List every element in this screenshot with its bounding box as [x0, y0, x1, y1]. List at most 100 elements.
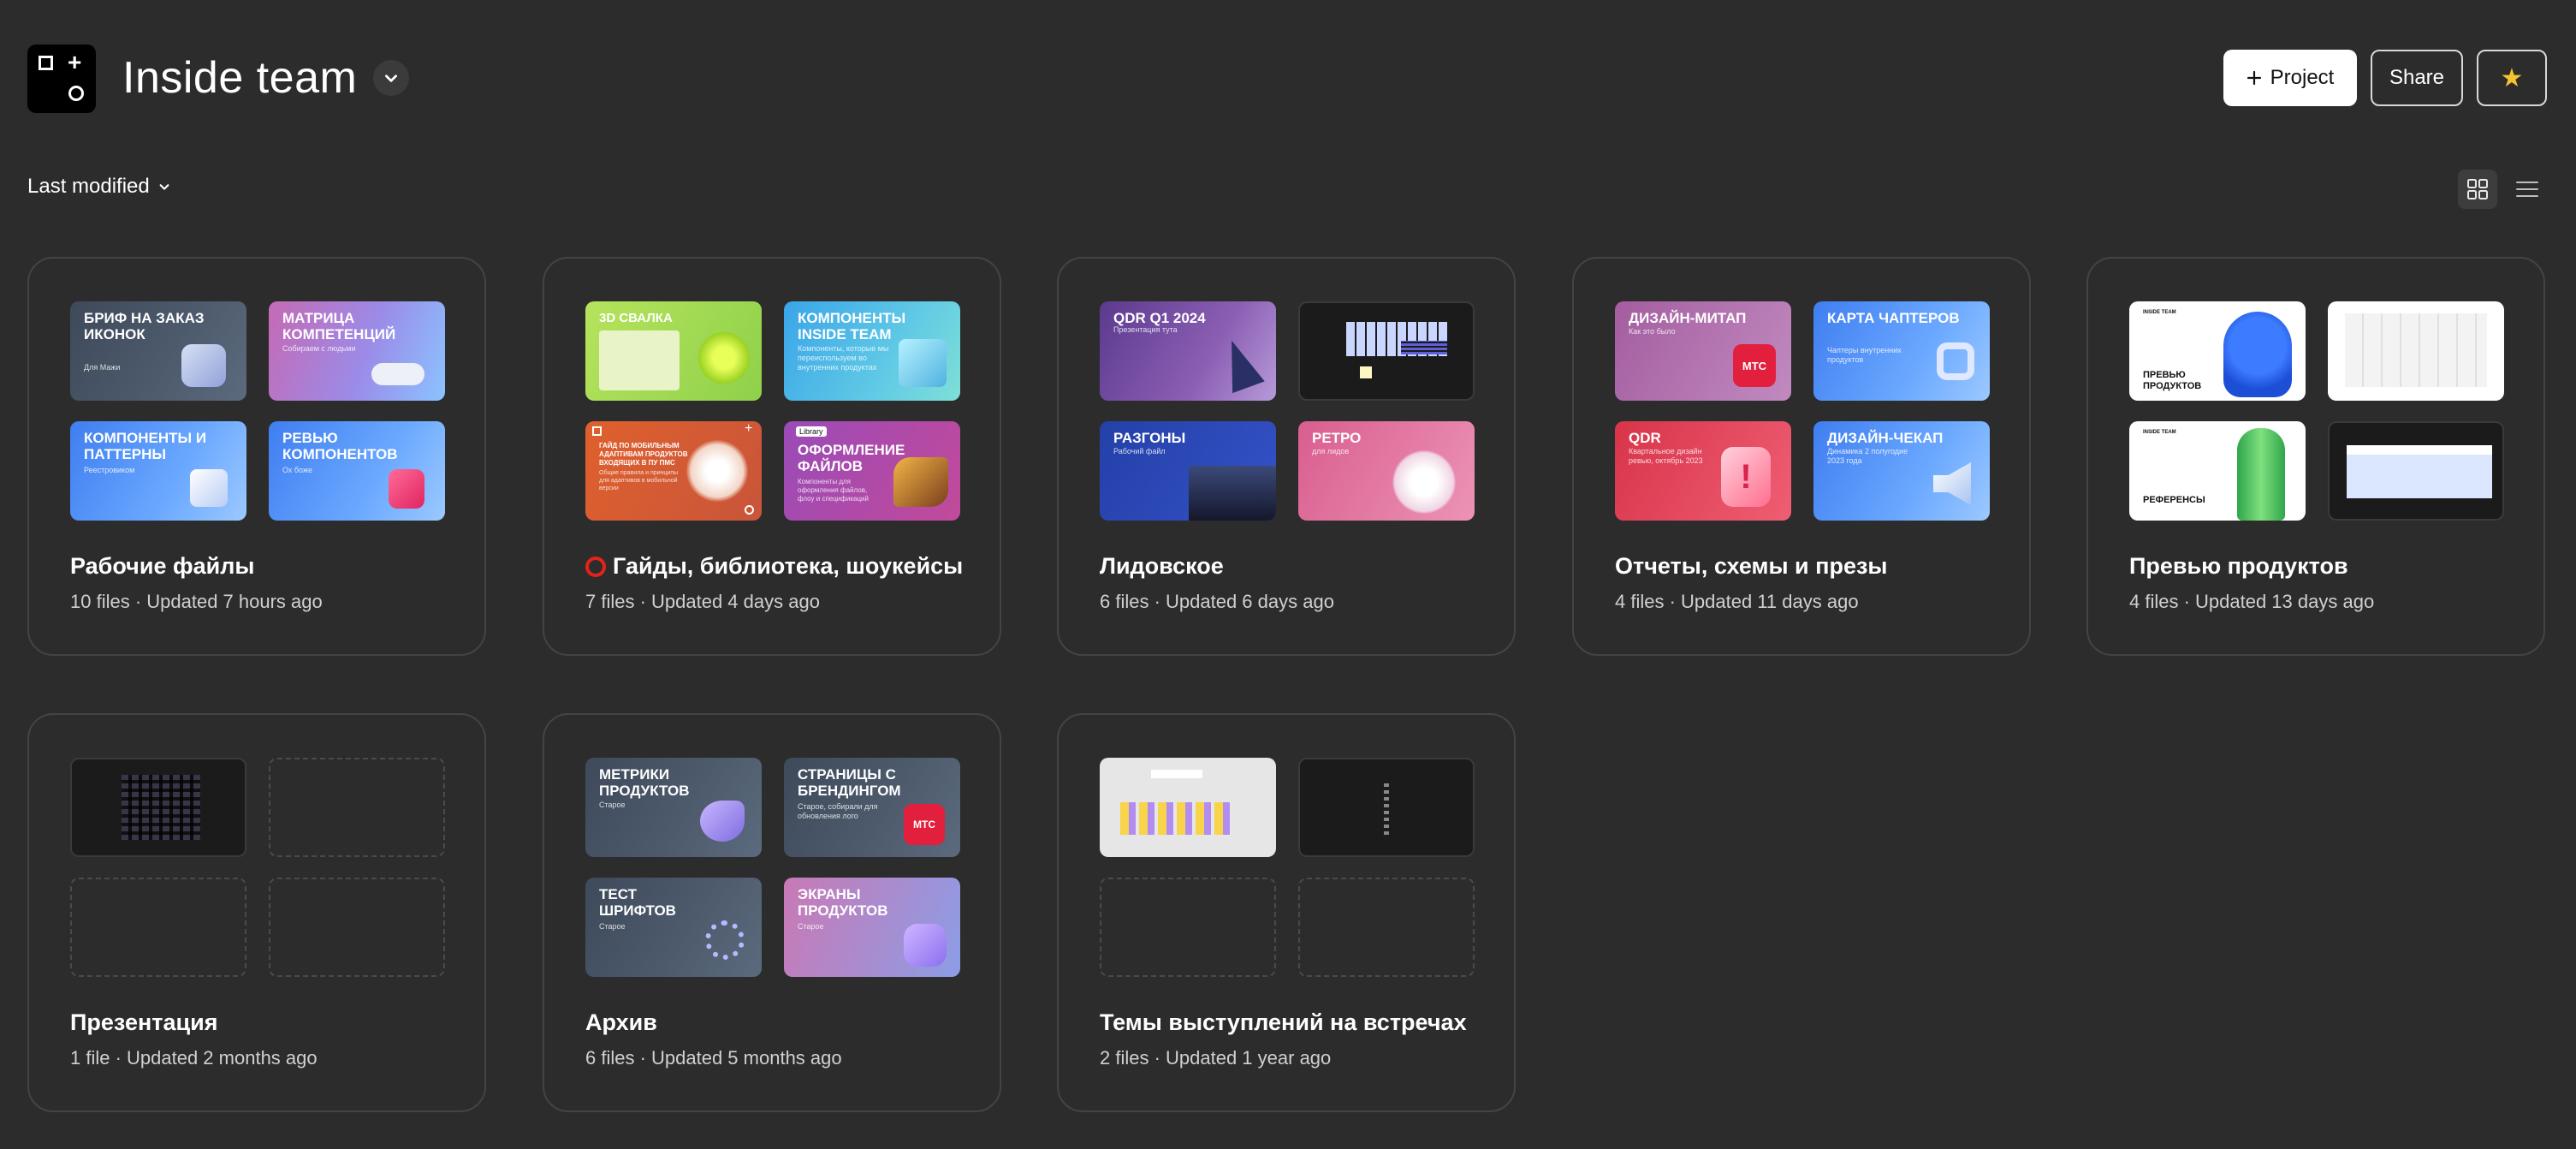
- file-thumbnail[interactable]: [1100, 758, 1276, 857]
- thumb-title: Превью продуктов: [2143, 370, 2202, 391]
- thumb-subtitle: Старое: [599, 801, 626, 809]
- file-thumbnail[interactable]: Ревью компонентов Ох боже: [269, 421, 445, 521]
- team-photo: [1189, 466, 1276, 521]
- thumb-title: Оформление файлов: [798, 442, 905, 474]
- grid-view-button[interactable]: [2458, 170, 2497, 209]
- file-thumbnail[interactable]: Library Оформление файлов Компоненты для…: [784, 421, 960, 521]
- project-name-text: Темы выступлений на встречах: [1100, 1009, 1467, 1035]
- file-thumbnail[interactable]: Разгоны Рабочий файл: [1100, 421, 1276, 521]
- thumb-subtitle: Реестровиком: [84, 466, 135, 474]
- file-thumbnail[interactable]: [2328, 301, 2504, 401]
- file-thumbnail[interactable]: Бриф на заказ иконок Для Мажи: [70, 301, 246, 401]
- file-thumbnail[interactable]: [2328, 421, 2504, 521]
- new-project-button[interactable]: Project: [2223, 50, 2357, 106]
- alert-illustration: [389, 469, 424, 509]
- project-meta: 2 files · Updated 1 year ago: [1100, 1047, 1332, 1069]
- file-thumbnail[interactable]: Ретро для лидов: [1298, 421, 1475, 521]
- thumb-subtitle: Общие правила и принципы для адаптивов в…: [599, 470, 679, 491]
- list-view-icon: [2516, 182, 2538, 197]
- project-card[interactable]: Дизайн-митап Как это было МТС Карта чапт…: [1572, 257, 2031, 656]
- logo-plus-icon: +: [68, 49, 82, 75]
- project-meta: 6 files · Updated 6 days ago: [1100, 591, 1334, 612]
- project-card[interactable]: Метрики продуктов Старое Страницы с брен…: [543, 713, 1001, 1112]
- brand-label: INSIDE TEAM: [2143, 430, 2176, 435]
- sort-dropdown[interactable]: Last modified: [27, 175, 170, 199]
- project-name-text: Презентация: [70, 1009, 218, 1035]
- project-meta: 1 file · Updated 2 months ago: [70, 1047, 318, 1069]
- project-name: Презентация: [70, 1009, 218, 1036]
- project-card[interactable]: 3D свалка Компоненты Inside Team Компоне…: [543, 257, 1001, 656]
- app-icons-illustration: [181, 344, 226, 387]
- file-thumbnail[interactable]: 3D свалка: [585, 301, 762, 401]
- board-preview: [2345, 313, 2487, 387]
- project-card[interactable]: Презентация 1 file · Updated 2 months ag…: [27, 713, 486, 1112]
- board-preview: [1120, 802, 1232, 835]
- project-name: Лидовское: [1100, 553, 1224, 580]
- share-button[interactable]: Share: [2371, 50, 2463, 106]
- project-name-text: Рабочие файлы: [70, 553, 255, 579]
- file-thumbnail[interactable]: Тест шрифтов Старое: [585, 878, 762, 977]
- file-thumbnail[interactable]: [1298, 301, 1475, 401]
- thumb-title: Компоненты и паттерны: [84, 430, 207, 462]
- project-card[interactable]: Бриф на заказ иконок Для Мажи Матрица ко…: [27, 257, 486, 656]
- thumb-subtitle: Квартальное дизайн ревью, октябрь 2023: [1629, 447, 1703, 465]
- spinner-illustration: [705, 920, 745, 960]
- empty-thumbnail: [1298, 878, 1475, 977]
- mts-logo: МТС: [1733, 344, 1776, 387]
- plus-icon: [2247, 70, 2261, 86]
- board-header: [1151, 770, 1202, 778]
- file-thumbnail[interactable]: QDR Квартальное дизайн ревью, октябрь 20…: [1615, 421, 1791, 521]
- team-logo: +: [27, 45, 96, 113]
- thumb-subtitle: Компоненты для оформления файлов, флоу и…: [798, 478, 869, 503]
- thumb-title: QDR Q1 2024: [1113, 310, 1206, 326]
- file-thumbnail[interactable]: Карта чаптеров Чаптеры внутренних продук…: [1813, 301, 1990, 401]
- file-thumbnail[interactable]: QDR Q1 2024 Презентация тута: [1100, 301, 1276, 401]
- project-name-text: Архив: [585, 1009, 657, 1035]
- project-name: Архив: [585, 1009, 657, 1036]
- file-thumbnail[interactable]: Компоненты Inside Team Компоненты, котор…: [784, 301, 960, 401]
- file-thumbnail[interactable]: [70, 758, 246, 857]
- list-view-button[interactable]: [2508, 170, 2547, 209]
- screens-collage: [122, 775, 200, 840]
- thumb-subtitle: Ох боже: [282, 466, 312, 474]
- flower-illustration: [698, 332, 750, 384]
- project-card[interactable]: Темы выступлений на встречах 2 files · U…: [1057, 713, 1516, 1112]
- file-thumbnail[interactable]: Экраны продуктов Старое: [784, 878, 960, 977]
- mts-logo: МТС: [904, 804, 945, 845]
- loop-illustration: [1937, 342, 1974, 380]
- sort-label: Last modified: [27, 175, 150, 198]
- thumb-subtitle: Чаптеры внутренних продуктов: [1827, 346, 1902, 364]
- file-thumbnail[interactable]: Матрица компетенций Собираем с людьми: [269, 301, 445, 401]
- project-name: Рабочие файлы: [70, 553, 254, 580]
- blocks-illustration: [190, 469, 228, 507]
- favorite-button[interactable]: ★: [2477, 50, 2547, 106]
- red-ring-icon: [585, 556, 606, 577]
- thumb-subtitle: Как это было: [1629, 327, 1676, 336]
- file-thumbnail[interactable]: INSIDE TEAM Превью продуктов: [2129, 301, 2306, 401]
- empty-thumbnail: [269, 758, 445, 857]
- file-thumbnail[interactable]: INSIDE TEAM Референсы: [2129, 421, 2306, 521]
- project-name: Гайды, библиотека, шоукейсы: [585, 553, 963, 580]
- file-thumbnail[interactable]: + Гайд по мобильным адаптивам продуктов …: [585, 421, 762, 521]
- file-thumbnail[interactable]: Страницы с брендингом Старое, собирали д…: [784, 758, 960, 857]
- thumb-title: Матрица компетенций: [282, 310, 396, 342]
- file-thumbnail[interactable]: [1298, 758, 1475, 857]
- grid-view-icon: [2467, 179, 2488, 199]
- toggle-illustration: [371, 363, 424, 385]
- thumb-subtitle: Собираем с людьми: [282, 344, 356, 353]
- chevron-down-icon: [159, 184, 169, 190]
- file-thumbnail[interactable]: Дизайн-чекап Динамика 2 полугодие 2023 г…: [1813, 421, 1990, 521]
- blob-illustration: [904, 924, 947, 967]
- file-thumbnail[interactable]: Дизайн-митап Как это было МТС: [1615, 301, 1791, 401]
- thumb-subtitle: Старое: [798, 922, 824, 931]
- file-thumbnail[interactable]: Компоненты и паттерны Реестровиком: [70, 421, 246, 521]
- file-thumbnail[interactable]: Метрики продуктов Старое: [585, 758, 762, 857]
- project-card[interactable]: QDR Q1 2024 Презентация тута Разгоны Раб…: [1057, 257, 1516, 656]
- project-card[interactable]: INSIDE TEAM Превью продуктов INSIDE TEAM…: [2086, 257, 2545, 656]
- exclamation-illustration: !: [1721, 447, 1771, 507]
- thumb-title: Компоненты Inside Team: [798, 310, 906, 342]
- screen-preview: [2347, 445, 2492, 498]
- team-menu-button[interactable]: [373, 60, 409, 96]
- empty-thumbnail: [70, 878, 246, 977]
- thumb-title: Метрики продуктов: [599, 766, 690, 799]
